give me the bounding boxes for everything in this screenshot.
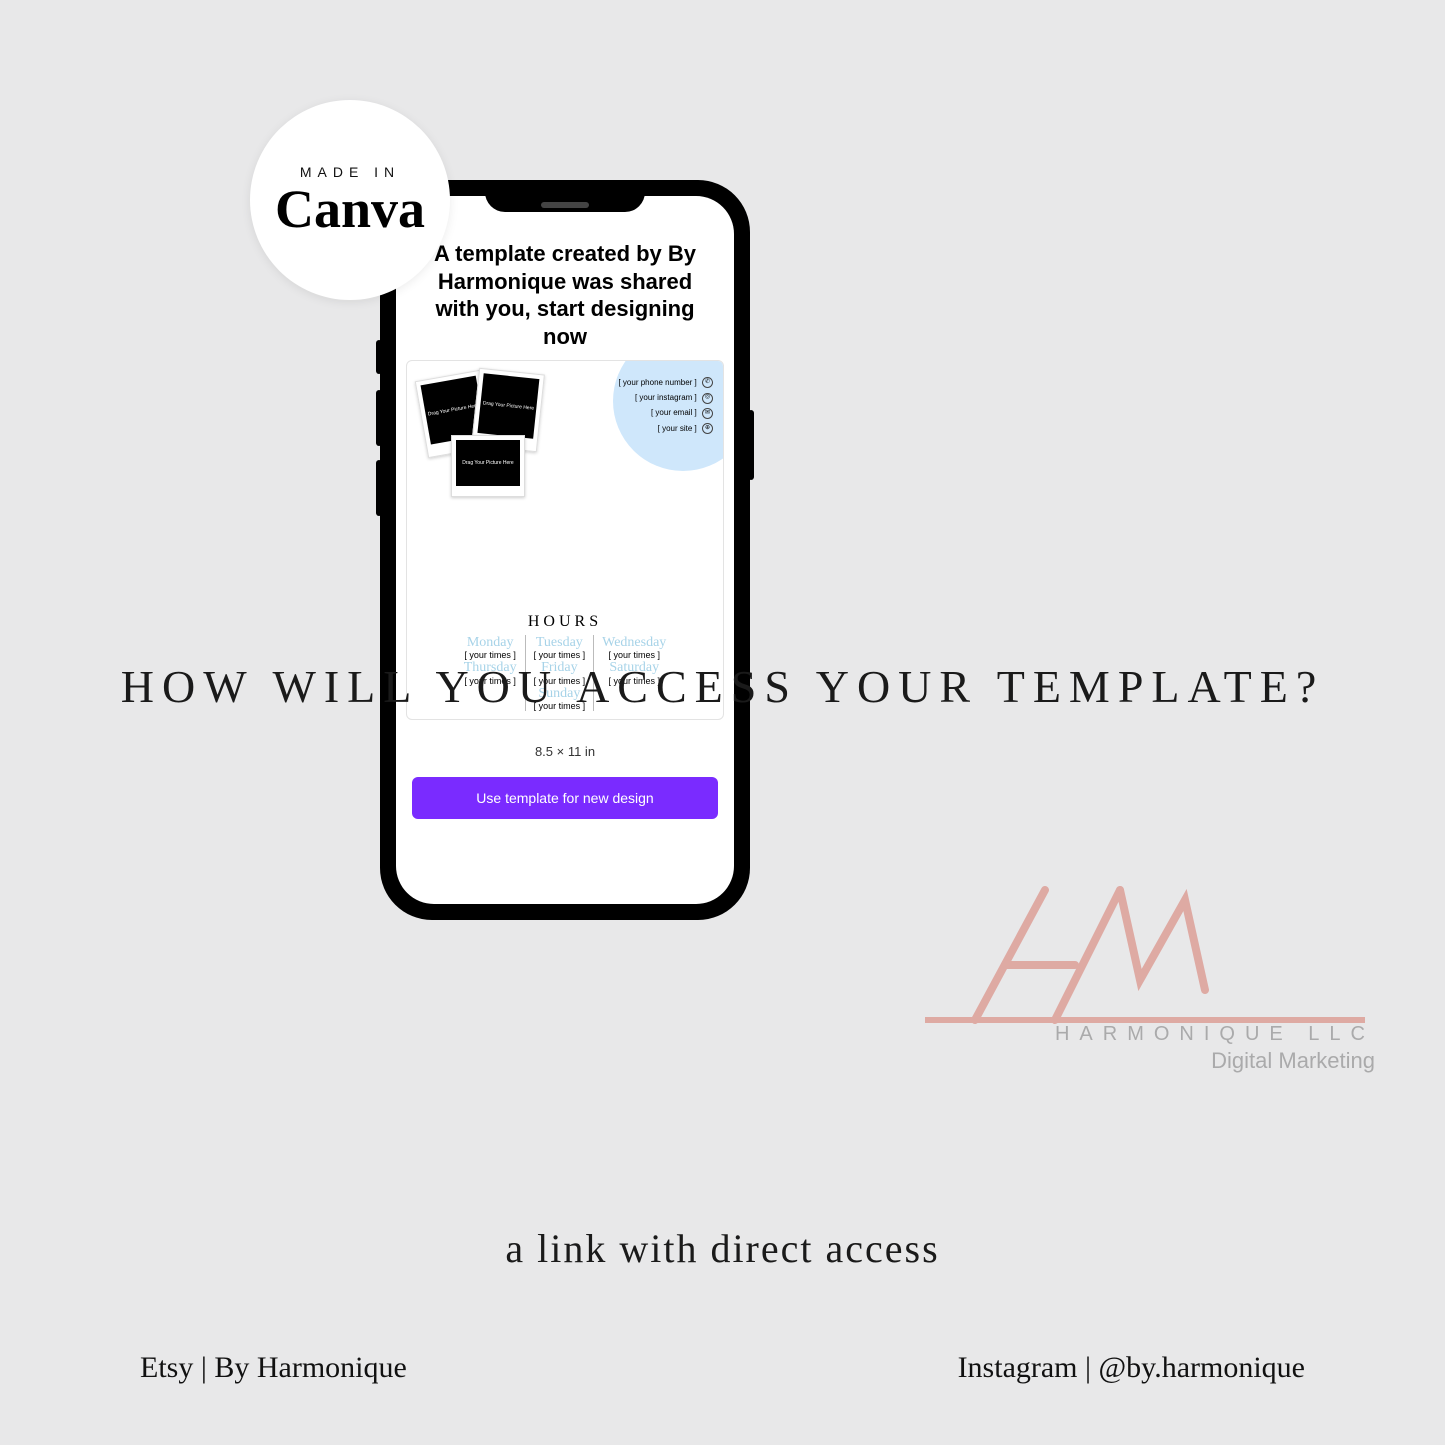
footer-etsy: Etsy | By Harmonique — [140, 1351, 407, 1385]
phone-speaker — [541, 202, 589, 208]
template-dimensions: 8.5 × 11 in — [396, 744, 734, 759]
canva-logo: Canva — [275, 182, 425, 236]
instagram-icon: ◎ — [702, 393, 713, 404]
contact-phone: [ your phone number ] — [618, 378, 696, 387]
phone-side-button — [376, 340, 382, 374]
contact-list: [ your phone number ] ✆ [ your instagram… — [618, 375, 713, 436]
day-label: Wednesday — [602, 635, 666, 650]
phone-side-button — [376, 460, 382, 516]
times-placeholder: [ your times ] — [464, 650, 517, 660]
phone-icon: ✆ — [702, 377, 713, 388]
globe-icon: ⊕ — [702, 423, 713, 434]
watermark-tag: Digital Marketing — [1211, 1048, 1375, 1074]
hm-logo-icon — [905, 870, 1385, 1090]
contact-instagram: [ your instagram ] — [635, 393, 697, 402]
day-label: Tuesday — [534, 635, 586, 650]
times-placeholder: [ your times ] — [534, 650, 586, 660]
watermark-company: HARMONIQUE LLC — [1055, 1023, 1375, 1046]
share-title: A template created by By Harmonique was … — [396, 234, 734, 360]
footer: Etsy | By Harmonique Instagram | @by.har… — [0, 1351, 1445, 1385]
email-icon: ✉ — [702, 408, 713, 419]
phone-side-button — [376, 390, 382, 446]
phone-side-button — [748, 410, 754, 480]
polaroid: Drag Your Picture Here — [451, 435, 525, 497]
harmonique-watermark: HARMONIQUE LLC Digital Marketing — [905, 870, 1385, 1090]
footer-instagram: Instagram | @by.harmonique — [958, 1351, 1305, 1385]
headline: HOW WILL YOU ACCESS YOUR TEMPLATE? — [0, 660, 1445, 713]
use-template-button[interactable]: Use template for new design — [412, 777, 718, 819]
times-placeholder: [ your times ] — [602, 650, 666, 660]
polaroid-placeholder: Drag Your Picture Here — [477, 373, 539, 439]
phone-screen: A template created by By Harmonique was … — [396, 196, 734, 904]
made-in-label: MADE IN — [300, 164, 400, 180]
day-label: Monday — [464, 635, 517, 650]
contact-email: [ your email ] — [651, 408, 697, 417]
hours-heading: HOURS — [407, 613, 723, 631]
polaroid-placeholder: Drag Your Picture Here — [456, 440, 520, 486]
subtitle: a link with direct access — [0, 1225, 1445, 1272]
canva-badge: MADE IN Canva — [250, 100, 450, 300]
contact-site: [ your site ] — [658, 424, 697, 433]
phone-frame: A template created by By Harmonique was … — [380, 180, 750, 920]
